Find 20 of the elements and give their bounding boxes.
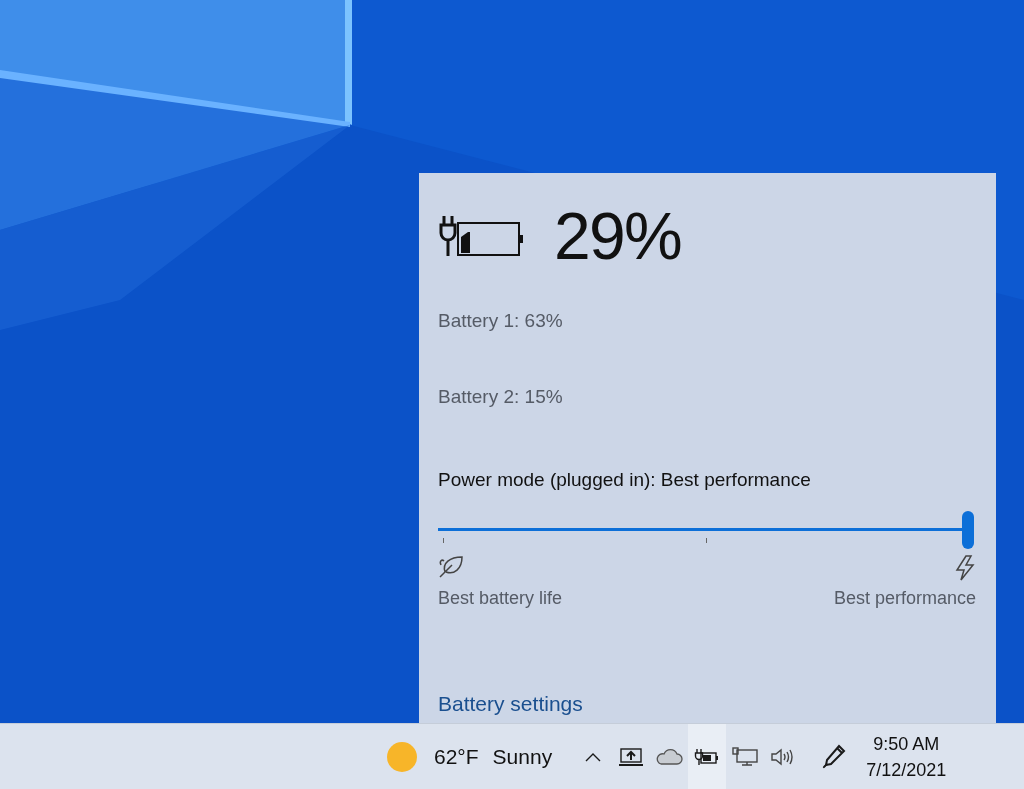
battery-icon [694,747,721,766]
clock-date[interactable]: 7/12/2021 [866,756,947,783]
slider-min-label: Best battery life [438,586,563,610]
tray-button[interactable] [688,724,727,789]
network-icon [731,746,760,767]
pen-icon [821,743,848,770]
upload-screen-icon [618,746,645,767]
battery-percentage: 29% [554,203,682,269]
battery-settings-link[interactable]: Battery settings [438,687,583,719]
clock-time[interactable]: 9:50 AM [873,730,940,757]
slider-max-label: Best performance [833,586,976,610]
weather-temperature[interactable]: 62°F [434,740,479,773]
power-mode-label: Power mode (plugged in): Best performance [438,468,812,492]
cloud-icon [655,747,684,766]
sun-icon [387,741,417,772]
lightning-icon [954,554,976,581]
leaf-icon [438,554,464,579]
battery-status-text: Battery 2: 15% [438,384,564,409]
weather-condition[interactable]: Sunny [492,740,553,773]
battery-status-text: Battery 1: 63% [438,309,564,333]
